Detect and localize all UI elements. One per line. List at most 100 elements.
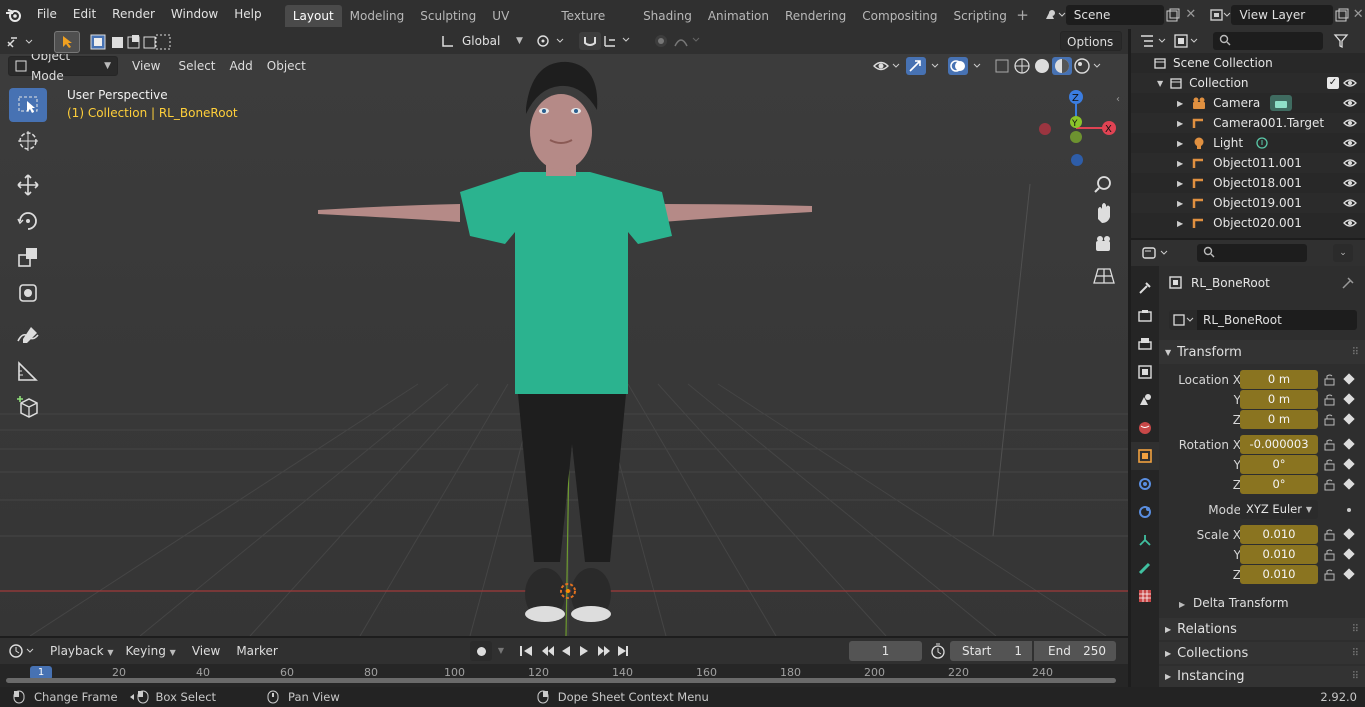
add-cube-tool[interactable] — [9, 390, 47, 424]
render-tab-icon[interactable] — [1131, 302, 1159, 330]
playback-controls[interactable] — [514, 641, 634, 661]
physics-tab-icon[interactable] — [1131, 498, 1159, 526]
keyframe-icon[interactable] — [1343, 528, 1355, 540]
constraint-tab-icon[interactable] — [1131, 526, 1159, 554]
object-tab-icon[interactable] — [1131, 442, 1159, 470]
tab-rendering[interactable]: Rendering — [777, 5, 854, 27]
keyframe-icon[interactable] — [1343, 393, 1355, 405]
3d-viewport[interactable]: Object Mode ▼ View Select Add Object Use… — [0, 54, 1128, 636]
expand-arrow-icon[interactable]: ▶ — [1177, 179, 1183, 188]
keyframe-icon[interactable] — [1343, 568, 1355, 580]
expand-arrow-icon[interactable]: ▶ — [1177, 119, 1183, 128]
eye-icon[interactable] — [1343, 117, 1357, 129]
end-frame-field[interactable]: End 250 — [1034, 641, 1116, 661]
eye-icon[interactable] — [1343, 197, 1357, 209]
menu-file[interactable]: File — [29, 0, 65, 29]
current-frame-field[interactable]: 1 — [849, 641, 922, 661]
playback-menu[interactable]: Playback ▼ — [44, 641, 120, 661]
add-workspace-button[interactable]: + — [1015, 6, 1030, 24]
auto-key-dropdown[interactable]: ▼ — [492, 641, 510, 661]
timeline-ruler[interactable]: 1 20 40 60 80 100 120 140 160 180 200 22… — [0, 664, 1128, 687]
outliner-item-object018[interactable]: ▶ Object018.001 — [1131, 173, 1365, 193]
outliner-editor-icon[interactable] — [1139, 33, 1173, 49]
next-keyframe-icon[interactable] — [598, 646, 610, 656]
visibility-eye-icon[interactable] — [872, 57, 906, 75]
proportional-edit-icon[interactable] — [653, 32, 705, 50]
lock-icon[interactable] — [1324, 569, 1338, 581]
location-y-field[interactable]: 0 m — [1240, 390, 1318, 409]
annotate-tool[interactable] — [9, 318, 47, 352]
outliner-item-object011[interactable]: ▶ Object011.001 — [1131, 153, 1365, 173]
view-layer-field[interactable]: View Layer — [1231, 4, 1333, 25]
view-layer-tab-icon[interactable] — [1131, 358, 1159, 386]
play-icon[interactable] — [580, 646, 588, 656]
delete-scene-icon[interactable]: ✕ — [1182, 7, 1199, 22]
eye-icon[interactable] — [1343, 177, 1357, 189]
lock-icon[interactable] — [1324, 479, 1338, 491]
timeline-view-menu[interactable]: View — [186, 641, 226, 661]
outliner-item-object020[interactable]: ▶ Object020.001 — [1131, 213, 1365, 233]
scene-collection-row[interactable]: Scene Collection — [1131, 53, 1365, 73]
editor-type-icon[interactable] — [6, 32, 40, 52]
eye-icon[interactable] — [1343, 157, 1357, 169]
orientation-dropdown[interactable]: Global — [456, 31, 520, 51]
tab-modeling[interactable]: Modeling — [342, 5, 413, 27]
rotation-y-field[interactable]: 0° — [1240, 455, 1318, 474]
drag-handle-icon[interactable]: ⠿ — [1352, 648, 1359, 659]
prev-keyframe-icon[interactable] — [542, 646, 554, 656]
light-data-icon[interactable] — [1255, 136, 1269, 150]
collections-panel-header[interactable]: ▶ Collections ⠿ — [1159, 642, 1365, 664]
outliner-item-camera[interactable]: ▶ Camera — [1131, 93, 1365, 113]
collection-row[interactable]: ▼ Collection ✓ — [1131, 73, 1365, 93]
viewport-nav-buttons[interactable] — [1090, 169, 1120, 299]
keyframe-icon[interactable] — [1343, 478, 1355, 490]
drag-handle-icon[interactable]: ⠿ — [1352, 347, 1359, 358]
eye-icon[interactable] — [1343, 137, 1357, 149]
view-layer-icon[interactable] — [1209, 8, 1231, 22]
delete-view-layer-icon[interactable]: ✕ — [1351, 7, 1365, 22]
tab-shading[interactable]: Shading — [635, 5, 700, 27]
lock-icon[interactable] — [1324, 439, 1338, 451]
options-dropdown[interactable]: Options ▼ — [1060, 31, 1122, 69]
outliner-item-object019[interactable]: ▶ Object019.001 — [1131, 193, 1365, 213]
keyframe-icon[interactable] — [1343, 548, 1355, 560]
keyframe-icon[interactable] — [1343, 438, 1355, 450]
camera-view-icon[interactable] — [1096, 241, 1110, 251]
display-mode-icon[interactable] — [1173, 33, 1205, 49]
jump-start-icon[interactable] — [524, 646, 532, 656]
blender-logo-icon[interactable] — [0, 0, 29, 29]
lock-icon[interactable] — [1324, 414, 1338, 426]
tab-texture-paint[interactable]: Texture Paint — [553, 5, 635, 45]
selection-mode-icons[interactable] — [90, 34, 172, 50]
zoom-icon[interactable] — [1097, 176, 1111, 190]
record-button[interactable] — [470, 641, 492, 661]
select-tool-button[interactable] — [54, 31, 80, 53]
output-tab-icon[interactable] — [1131, 330, 1159, 358]
location-z-field[interactable]: 0 m — [1240, 410, 1318, 429]
menu-edit[interactable]: Edit — [65, 0, 104, 29]
camera-data-icon[interactable] — [1270, 95, 1293, 111]
scale-x-field[interactable]: 0.010 — [1240, 525, 1318, 544]
collapse-sidebar-icon[interactable]: ‹ — [1116, 94, 1120, 105]
drag-handle-icon[interactable]: ⠿ — [1352, 624, 1359, 635]
menu-window[interactable]: Window — [163, 0, 226, 29]
gizmo-toggle-icon[interactable] — [906, 57, 948, 75]
jump-end-icon[interactable] — [626, 646, 628, 656]
snap-magnet-icon[interactable] — [578, 32, 639, 50]
properties-search-input[interactable] — [1197, 244, 1307, 262]
outliner-item-camera-target[interactable]: ▶ Camera001.Target — [1131, 113, 1365, 133]
gizmo-neg-x-icon[interactable] — [1039, 123, 1051, 135]
tool-tab-icon[interactable] — [1131, 274, 1159, 302]
lock-icon[interactable] — [1324, 459, 1338, 471]
stopwatch-icon[interactable] — [929, 642, 947, 660]
filter-icon[interactable] — [1333, 33, 1353, 49]
properties-editor-icon[interactable] — [1141, 245, 1175, 261]
delta-transform-subpanel[interactable]: ▶ Delta Transform — [1179, 596, 1289, 610]
scale-tool[interactable] — [9, 240, 47, 274]
rotate-tool[interactable] — [9, 204, 47, 238]
perspective-grid-icon[interactable] — [1093, 268, 1115, 284]
xray-toggle-icon[interactable] — [992, 57, 1012, 75]
character-model[interactable] — [310, 54, 830, 634]
menu-add[interactable]: Add — [224, 56, 259, 76]
relations-panel-header[interactable]: ▶ Relations ⠿ — [1159, 618, 1365, 640]
